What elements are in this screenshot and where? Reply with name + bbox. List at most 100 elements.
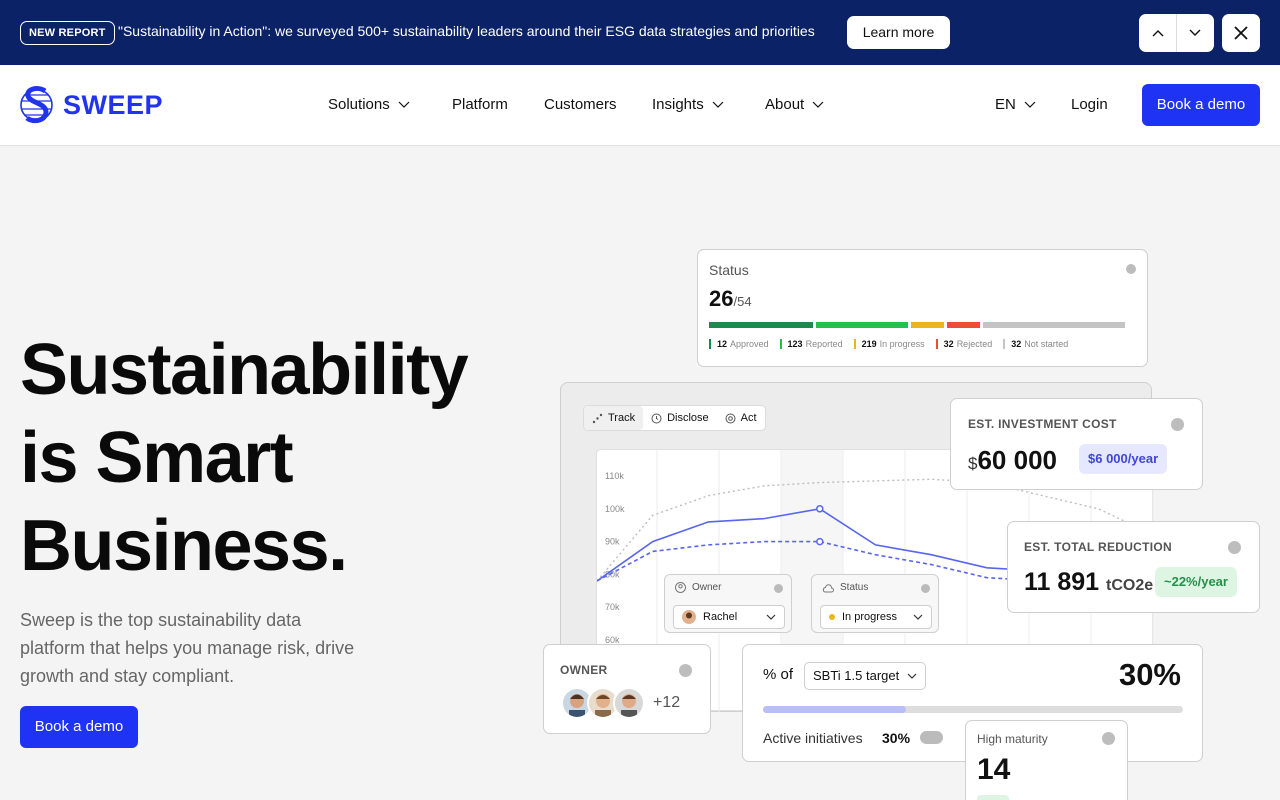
user-icon: [675, 582, 686, 593]
sbti-progress-fill: [763, 706, 906, 713]
y-tick-label: 100k: [605, 504, 625, 514]
status-bar-segment: [709, 322, 813, 328]
status-bar-segment: [816, 322, 908, 328]
tab-act[interactable]: Act: [717, 406, 765, 430]
tab-label: Track: [608, 412, 636, 424]
nav-about[interactable]: About: [765, 96, 824, 113]
status-progress-bar: [709, 322, 1138, 328]
info-icon: [774, 584, 783, 593]
target-select[interactable]: SBTi 1.5 target: [804, 662, 927, 690]
tab-label: Act: [740, 412, 757, 424]
chevron-down-icon: [913, 614, 923, 620]
language-selector[interactable]: EN: [995, 96, 1036, 113]
nav-platform[interactable]: Platform: [452, 96, 508, 113]
percent-of-label: % of: [763, 666, 794, 683]
maturity-value: 14: [977, 753, 1011, 786]
investment-caption: EST. INVESTMENT COST: [968, 417, 1117, 431]
close-icon: [1234, 26, 1248, 40]
avatar: [682, 610, 696, 624]
hero-book-demo-button[interactable]: Book a demo: [20, 706, 138, 748]
language-label: EN: [995, 96, 1016, 113]
status-bar-segment: [947, 322, 980, 328]
legend-not-started: 32 Not started: [1003, 339, 1068, 349]
status-bar-segment: [983, 322, 1125, 328]
status-dot-icon: [829, 614, 835, 620]
status-value: In progress: [842, 611, 898, 623]
chevron-down-icon: [812, 101, 824, 108]
y-tick-label: 90k: [605, 537, 620, 547]
book-demo-button[interactable]: Book a demo: [1142, 84, 1260, 126]
investment-amount: 60 000: [977, 445, 1057, 475]
legend-reported: 123 Reported: [779, 339, 843, 349]
maturity-badge: [977, 795, 1009, 800]
cloud-icon: [822, 583, 834, 592]
target-value: SBTi 1.5 target: [813, 668, 900, 683]
status-card: Status 26/54 12 Approved 123 Reported 219 I…: [697, 249, 1148, 367]
sparkle-icon: [592, 413, 603, 423]
status-select[interactable]: In progress: [820, 605, 932, 629]
maturity-label: High maturity: [977, 732, 1048, 746]
tab-bar: Track Disclose Act: [583, 405, 766, 431]
total-reduction-card: EST. TOTAL REDUCTION 11 891 tCO2e ~22%/y…: [1007, 521, 1260, 613]
chevron-down-icon: [712, 101, 724, 108]
tab-disclose[interactable]: Disclose: [643, 406, 717, 430]
new-report-badge: NEW REPORT: [20, 21, 115, 45]
target-icon: [725, 413, 736, 423]
tab-label: Disclose: [667, 412, 709, 424]
investment-cost-card: EST. INVESTMENT COST $60 000 $6 000/year: [950, 398, 1203, 490]
high-maturity-card: High maturity 14: [965, 720, 1128, 800]
banner-message: "Sustainability in Action": we surveyed …: [118, 23, 815, 39]
clock-icon: [651, 413, 662, 423]
tab-track[interactable]: Track: [584, 406, 644, 430]
site-header: SWEEP Solutions Platform Customers Insig…: [0, 65, 1280, 146]
owner-card: OWNER +12: [543, 644, 711, 734]
y-tick-label: 110k: [605, 471, 624, 481]
info-icon: [921, 584, 930, 593]
investment-value: $60 000: [968, 445, 1057, 476]
active-initiatives-toggle[interactable]: [920, 731, 943, 744]
chevron-down-icon: [398, 101, 410, 108]
filter-label: Status: [840, 582, 869, 593]
next-button[interactable]: [1176, 14, 1213, 52]
hero-title-line: Business.: [20, 506, 348, 586]
reduction-value: 11 891 tCO2e: [1024, 568, 1153, 597]
owner-caption: OWNER: [560, 663, 608, 677]
legend-approved: 12 Approved: [709, 339, 769, 349]
nav-insights[interactable]: Insights: [652, 96, 724, 113]
nav-customers[interactable]: Customers: [544, 96, 617, 113]
info-icon: [1102, 732, 1115, 745]
sbti-progress-bar: [763, 706, 1183, 713]
learn-more-button[interactable]: Learn more: [847, 16, 950, 49]
previous-button[interactable]: [1139, 14, 1176, 52]
nav-label: Solutions: [328, 96, 390, 113]
hero-title: Sustainability is Smart Business.: [20, 326, 490, 590]
hero-title-line: is Smart: [20, 418, 294, 498]
globe-logo-icon: [20, 86, 53, 124]
reduction-caption: EST. TOTAL REDUCTION: [1024, 540, 1173, 554]
owner-avatars: +12: [561, 687, 680, 719]
status-filter-title: Status: [822, 582, 868, 593]
status-bar-segment: [911, 322, 944, 328]
banner-pager: [1139, 14, 1214, 52]
sbti-percentage: 30%: [1118, 657, 1181, 692]
hero-title-line: Sustainability: [20, 330, 469, 410]
close-banner-button[interactable]: [1222, 14, 1260, 52]
legend-rejected: 32 Rejected: [935, 339, 992, 349]
nav-label: Customers: [544, 96, 617, 113]
data-point: [816, 505, 824, 513]
investment-per-year-pill: $6 000/year: [1079, 444, 1168, 474]
status-value: 26: [709, 286, 734, 311]
nav-solutions[interactable]: Solutions: [328, 96, 410, 113]
nav-label: Insights: [652, 96, 704, 113]
owner-filter-card: Owner Rachel: [664, 574, 792, 633]
owner-value: Rachel: [703, 611, 738, 623]
nav-label: Platform: [452, 96, 508, 113]
chevron-up-icon: [1152, 30, 1163, 37]
owner-select[interactable]: Rachel: [673, 605, 785, 629]
status-filter-card: Status In progress: [811, 574, 939, 633]
announcement-banner: NEW REPORT "Sustainability in Action": w…: [0, 0, 1280, 65]
avatar: [613, 687, 645, 719]
sweep-logo[interactable]: SWEEP: [20, 81, 163, 129]
data-point: [816, 537, 824, 546]
login-link[interactable]: Login: [1071, 96, 1108, 113]
